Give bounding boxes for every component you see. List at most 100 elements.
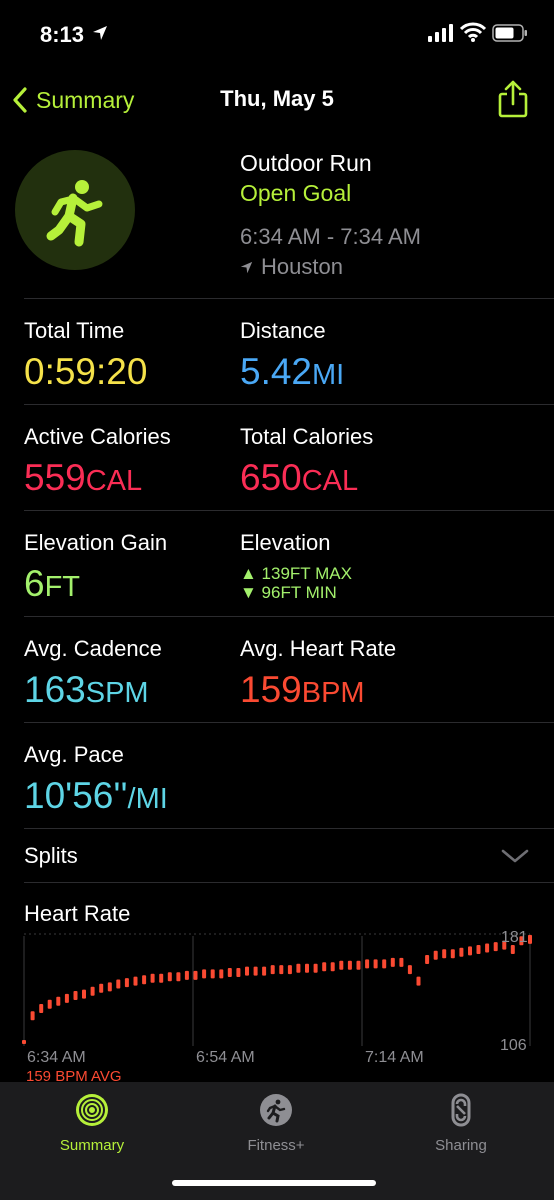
location-arrow-icon: [240, 261, 253, 273]
divider: [24, 828, 554, 829]
heart-rate-point: [219, 969, 224, 979]
metric-active-calories: Active Calories 559CAL: [24, 424, 239, 500]
heart-rate-point: [22, 1040, 26, 1044]
heart-rate-point: [313, 963, 318, 973]
elevation-max: ▲ 139FT MAX: [240, 564, 352, 583]
heart-rate-point: [99, 983, 104, 993]
battery-icon: [492, 24, 527, 42]
heart-rate-point: [373, 959, 378, 969]
metric-unit: SPM: [85, 677, 149, 709]
workout-type-badge: [15, 150, 135, 270]
heart-rate-point: [30, 1011, 35, 1021]
divider: [24, 510, 554, 511]
metric-number: 0:59:20: [24, 351, 148, 392]
metric-number: 650: [240, 457, 302, 498]
heart-rate-point: [407, 965, 412, 975]
metric-avg-pace: Avg. Pace 10'56''/MI: [24, 742, 424, 818]
splits-label: Splits: [24, 843, 78, 868]
metric-value: 163SPM: [24, 668, 239, 712]
heart-rate-point: [330, 962, 335, 972]
heart-rate-point: [510, 945, 515, 954]
workout-info: Outdoor Run Open Goal 6:34 AM - 7:34 AM …: [240, 150, 540, 282]
divider: [24, 616, 554, 617]
heart-rate-point: [493, 942, 498, 952]
heart-rate-point: [64, 993, 69, 1003]
heart-rate-point: [365, 959, 370, 969]
chart-min-label: 106: [500, 1037, 527, 1054]
home-indicator: [172, 1180, 376, 1186]
metric-distance: Distance 5.42MI: [240, 318, 455, 394]
fitness-plus-icon: [260, 1094, 292, 1126]
metric-avg-cadence: Avg. Cadence 163SPM: [24, 636, 239, 712]
workout-time-range: 6:34 AM - 7:34 AM: [240, 224, 421, 249]
heart-rate-point: [133, 976, 138, 986]
heart-rate-point: [210, 969, 215, 979]
metric-value: 10'56''/MI: [24, 774, 424, 818]
workout-type: Outdoor Run: [240, 150, 372, 176]
metric-value: 0:59:20: [24, 350, 239, 394]
heart-rate-point: [236, 968, 241, 977]
metric-avg-heart-rate: Avg. Heart Rate 159BPM: [240, 636, 455, 712]
metric-total-time: Total Time 0:59:20: [24, 318, 239, 394]
chevron-down-icon[interactable]: [501, 848, 529, 864]
chart-time-label: 7:14 AM: [365, 1049, 424, 1066]
tab-label: Sharing: [435, 1137, 487, 1154]
metric-unit: MI: [312, 359, 345, 391]
heart-rate-point: [176, 972, 181, 982]
cellular-signal-icon: [428, 24, 453, 42]
metric-unit: /MI: [127, 783, 168, 815]
tab-sharing[interactable]: Sharing: [386, 1092, 536, 1154]
heart-rate-point: [305, 963, 309, 973]
status-time: 8:13: [40, 22, 85, 47]
heart-rate-chart: 181 106 6:34 AM 6:54 AM 7:14 AM 159 BPM …: [22, 929, 532, 1085]
metric-number: 6: [24, 563, 45, 604]
metric-number: 559: [24, 457, 86, 498]
heart-rate-point: [459, 947, 464, 957]
heart-rate-point: [90, 986, 95, 996]
tab-fitness-plus[interactable]: Fitness+: [201, 1092, 351, 1154]
elevation-range: ▲ 139FT MAX ▼ 96FT MIN: [240, 564, 455, 602]
metric-label: Avg. Pace: [24, 742, 124, 767]
metric-label: Distance: [240, 318, 326, 343]
tab-summary[interactable]: Summary: [17, 1092, 167, 1154]
heart-rate-point: [382, 959, 387, 969]
metric-value: 559CAL: [24, 456, 239, 500]
heart-rate-point: [528, 934, 532, 944]
metric-unit: BPM: [301, 677, 365, 709]
metric-number: 163: [24, 669, 86, 710]
heart-rate-point: [390, 957, 395, 967]
heart-rate-point: [107, 982, 112, 992]
metric-elevation-gain: Elevation Gain 6FT: [24, 530, 239, 606]
metric-number: 159: [240, 669, 302, 710]
heart-rate-point: [262, 966, 267, 976]
share-button[interactable]: [496, 80, 530, 118]
running-figure-icon: [46, 180, 103, 247]
share-icon: [498, 80, 528, 118]
heart-rate-point: [56, 996, 61, 1006]
heart-rate-point: [399, 957, 404, 967]
workout-location: Houston: [240, 252, 540, 282]
metric-label: Active Calories: [24, 424, 171, 449]
metric-value: 650CAL: [240, 456, 455, 500]
heart-rate-point: [433, 950, 438, 960]
divider: [24, 404, 554, 405]
heart-rate-point: [73, 991, 78, 1000]
heart-rate-point: [279, 965, 284, 975]
metric-label: Avg. Cadence: [24, 636, 162, 661]
workout-location-name: Houston: [261, 254, 343, 279]
heart-rate-point: [485, 943, 490, 953]
heart-rate-point: [468, 946, 472, 956]
metric-number: 5.42: [240, 351, 313, 392]
chart-max-label: 181: [501, 929, 528, 946]
heart-rate-point: [82, 989, 86, 999]
metric-unit: FT: [44, 571, 81, 603]
tab-label: Summary: [59, 1137, 125, 1154]
splits-row[interactable]: Splits: [24, 830, 529, 882]
heart-rate-point: [322, 962, 327, 972]
metric-value: 5.42MI: [240, 350, 455, 394]
heart-rate-point: [124, 978, 129, 988]
metric-value: 6FT: [24, 562, 239, 606]
location-arrow-icon: [93, 26, 107, 40]
metric-unit: CAL: [85, 465, 143, 497]
metric-label: Elevation Gain: [24, 530, 168, 555]
